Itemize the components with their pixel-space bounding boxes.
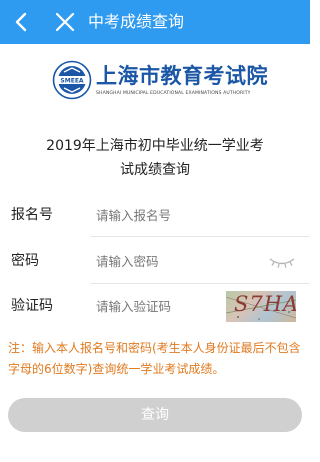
registration-row: 报名号 [0, 195, 310, 236]
seal-logo-icon: SMEEA [52, 60, 92, 100]
close-icon[interactable] [52, 9, 78, 35]
instruction-note: 注：输入本人报名号和密码(考生本人身份证最后不包含字母的6位数字)查询统一学业考… [8, 341, 301, 376]
registration-input[interactable] [96, 195, 246, 236]
captcha-row: 验证码 S7HA [0, 286, 310, 327]
heading-line-1: 2019年上海市初中毕业统一学业考 [46, 138, 264, 154]
heading-line-2: 试成绩查询 [120, 162, 190, 178]
institution-logo: SMEEA 上海市教育考试院 SHANGHAI MUNICIPAL EDUCAT… [52, 60, 272, 106]
captcha-image[interactable]: S7HA [226, 291, 296, 322]
divider [90, 236, 310, 237]
query-button[interactable]: 查询 [8, 398, 302, 432]
institution-name-cn: 上海市教育考试院 [96, 64, 268, 88]
form-heading: 2019年上海市初中毕业统一学业考 试成绩查询 [40, 134, 270, 182]
svg-text:SMEEA: SMEEA [60, 78, 83, 85]
password-input[interactable] [96, 241, 246, 282]
back-icon[interactable] [8, 8, 36, 36]
password-row: 密码 [0, 241, 310, 282]
registration-label: 报名号 [11, 207, 53, 223]
captcha-text: S7HA [234, 292, 296, 316]
page-title: 中考成绩查询 [88, 12, 185, 31]
institution-name-en: SHANGHAI MUNICIPAL EDUCATIONAL EXAMINATI… [96, 91, 251, 96]
password-label: 密码 [11, 253, 39, 269]
eye-closed-icon[interactable] [268, 253, 296, 271]
captcha-input[interactable] [96, 286, 246, 327]
top-bar: 中考成绩查询 [0, 0, 310, 44]
captcha-label: 验证码 [11, 298, 53, 314]
divider [90, 283, 310, 284]
